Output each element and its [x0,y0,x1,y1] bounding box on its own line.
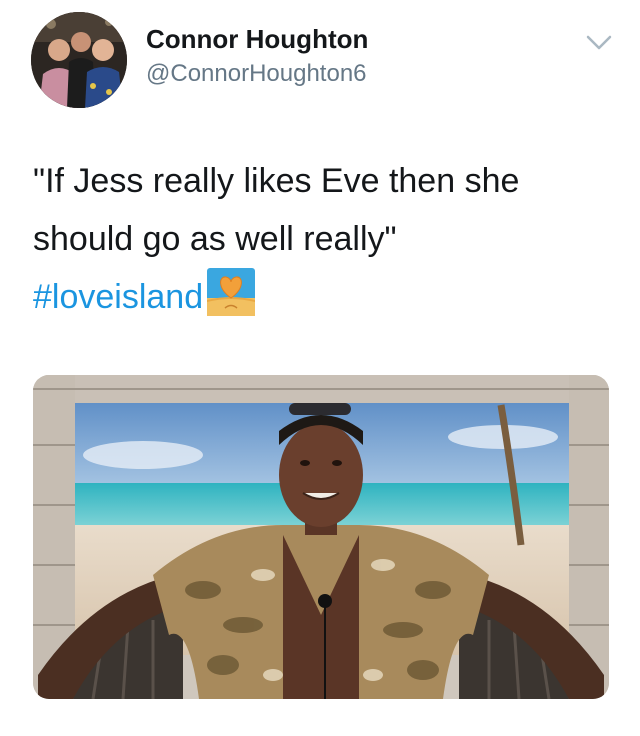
chevron-down-icon[interactable] [584,30,614,54]
avatar-photo [31,12,127,108]
hashtag-line: #loveisland [33,268,613,326]
avatar[interactable] [31,12,127,108]
tweet-text-line: should go as well really" [33,220,397,258]
tweet-text: "If Jess really likes Eve then she shoul… [33,152,613,326]
tweet-media-photo[interactable] [33,375,609,699]
display-name[interactable]: Connor Houghton [146,24,368,55]
user-handle[interactable]: @ConnorHoughton6 [146,60,367,88]
hashtag-link[interactable]: #loveisland [33,278,203,316]
love-island-heart-beach-icon[interactable] [207,268,256,316]
tweet: Connor Houghton @ConnorHoughton6 "If Jes… [0,0,640,736]
media-image [33,375,609,699]
tweet-text-line: "If Jess really likes Eve then she [33,162,520,200]
